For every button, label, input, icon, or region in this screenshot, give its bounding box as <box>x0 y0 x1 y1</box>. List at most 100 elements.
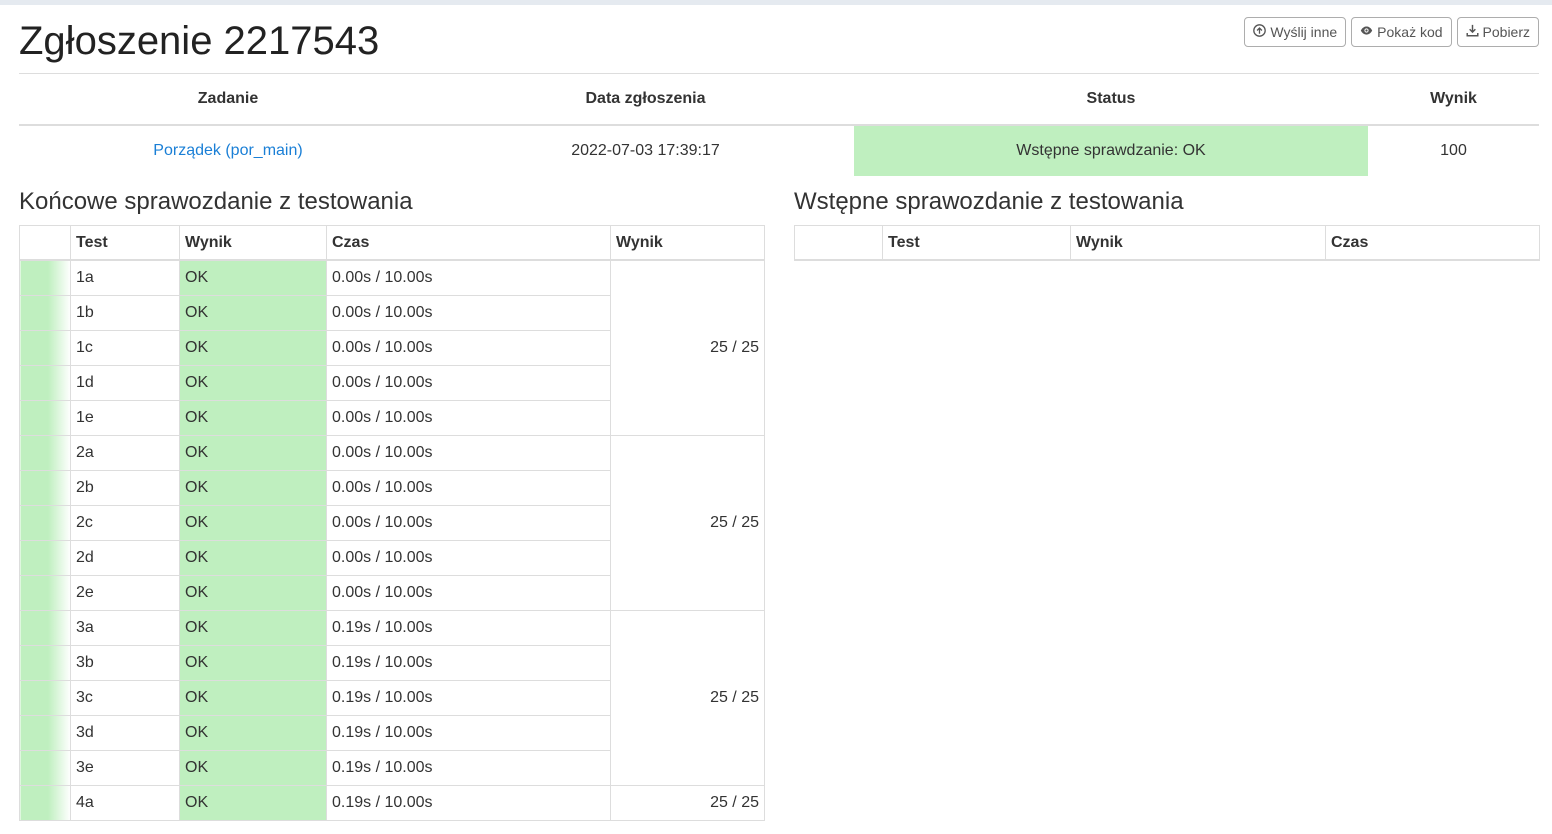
test-result: OK <box>179 750 327 786</box>
test-name: 2e <box>70 575 180 611</box>
upload-circle-icon <box>1253 24 1267 40</box>
initial-report-header-row: Test Wynik Czas <box>794 225 1540 261</box>
col-group-score: Wynik <box>610 225 765 261</box>
test-status-bar <box>19 330 71 366</box>
test-name: 1b <box>70 295 180 331</box>
test-name: 3b <box>70 645 180 681</box>
test-result: OK <box>179 365 327 401</box>
col-result: Wynik <box>179 225 327 261</box>
test-status-bar <box>19 259 71 296</box>
test-status-bar <box>19 785 71 821</box>
test-status-bar <box>19 575 71 611</box>
test-time: 0.00s / 10.00s <box>326 470 611 506</box>
submission-row: Porządek (por_main) 2022-07-03 17:39:17 … <box>19 125 1539 176</box>
test-time: 0.00s / 10.00s <box>326 295 611 331</box>
test-name: 2d <box>70 540 180 576</box>
test-time: 0.19s / 10.00s <box>326 750 611 786</box>
test-time: 0.00s / 10.00s <box>326 330 611 366</box>
header-task: Zadanie <box>19 74 437 126</box>
download-button[interactable]: Pobierz <box>1456 17 1539 47</box>
resubmit-button[interactable]: Wyślij inne <box>1244 17 1347 47</box>
test-time: 0.00s / 10.00s <box>326 540 611 576</box>
test-name: 1d <box>70 365 180 401</box>
test-name: 3a <box>70 610 180 646</box>
test-time: 0.00s / 10.00s <box>326 400 611 436</box>
group-score: 25 / 25 <box>610 785 765 821</box>
submission-table: Zadanie Data zgłoszenia Status Wynik Por… <box>19 74 1539 176</box>
test-status-bar <box>19 365 71 401</box>
initial-report-table: Test Wynik Czas <box>794 225 1540 261</box>
test-result: OK <box>179 470 327 506</box>
final-report-header-row: Test Wynik Czas Wynik <box>19 225 765 261</box>
test-status-bar <box>19 295 71 331</box>
col-test: Test <box>882 225 1071 261</box>
final-report-table: Test Wynik Czas Wynik 1a OK 0.00s / 10.00s… <box>19 225 765 821</box>
test-result: OK <box>179 610 327 646</box>
test-name: 3c <box>70 680 180 716</box>
test-result: OK <box>179 680 327 716</box>
test-time: 0.00s / 10.00s <box>326 575 611 611</box>
test-result: OK <box>179 575 327 611</box>
test-result: OK <box>179 645 327 681</box>
col-time: Czas <box>326 225 611 261</box>
resubmit-button-label: Wyślij inne <box>1270 24 1338 40</box>
test-time: 0.00s / 10.00s <box>326 259 611 296</box>
test-result: OK <box>179 785 327 821</box>
test-row: 4a OK 0.19s / 10.00s 25 / 25 <box>19 785 765 821</box>
download-icon <box>1466 24 1479 40</box>
action-buttons: Wyślij inne Pokaż kod Pobierz <box>1244 17 1539 47</box>
header-date: Data zgłoszenia <box>437 74 854 126</box>
download-button-label: Pobierz <box>1482 24 1530 40</box>
test-row: 1a OK 0.00s / 10.00s 25 / 25 <box>19 259 765 436</box>
col-status-bar <box>19 225 71 261</box>
final-report-title: Końcowe sprawozdanie z testowania <box>19 188 413 215</box>
initial-report-title: Wstępne sprawozdanie z testowania <box>794 188 1184 215</box>
test-name: 2b <box>70 470 180 506</box>
task-link[interactable]: Porządek (por_main) <box>153 142 302 159</box>
top-bar <box>0 0 1552 5</box>
test-row: 2a OK 0.00s / 10.00s 25 / 25 <box>19 435 765 611</box>
test-result: OK <box>179 715 327 751</box>
test-result: OK <box>179 330 327 366</box>
group-score: 25 / 25 <box>610 259 765 436</box>
test-name: 2c <box>70 505 180 541</box>
test-time: 0.19s / 10.00s <box>326 610 611 646</box>
test-status-bar <box>19 505 71 541</box>
col-result: Wynik <box>1070 225 1326 261</box>
col-status-bar <box>794 225 883 261</box>
test-time: 0.19s / 10.00s <box>326 785 611 821</box>
test-row: 3a OK 0.19s / 10.00s 25 / 25 <box>19 610 765 786</box>
test-name: 1c <box>70 330 180 366</box>
test-time: 0.00s / 10.00s <box>326 505 611 541</box>
test-status-bar <box>19 540 71 576</box>
task-cell: Porządek (por_main) <box>19 125 437 176</box>
test-time: 0.19s / 10.00s <box>326 715 611 751</box>
test-name: 2a <box>70 435 180 471</box>
test-result: OK <box>179 400 327 436</box>
eye-icon <box>1360 24 1373 40</box>
test-name: 4a <box>70 785 180 821</box>
test-name: 1e <box>70 400 180 436</box>
test-status-bar <box>19 610 71 646</box>
test-status-bar <box>19 750 71 786</box>
test-status-bar <box>19 400 71 436</box>
test-result: OK <box>179 259 327 296</box>
header-score: Wynik <box>1368 74 1539 126</box>
group-score: 25 / 25 <box>610 435 765 611</box>
test-name: 3e <box>70 750 180 786</box>
test-time: 0.19s / 10.00s <box>326 645 611 681</box>
test-time: 0.00s / 10.00s <box>326 365 611 401</box>
score-cell: 100 <box>1440 142 1467 159</box>
test-name: 3d <box>70 715 180 751</box>
test-result: OK <box>179 505 327 541</box>
test-status-bar <box>19 470 71 506</box>
test-time: 0.19s / 10.00s <box>326 680 611 716</box>
test-status-bar <box>19 435 71 471</box>
show-code-button[interactable]: Pokaż kod <box>1351 17 1452 47</box>
status-cell: Wstępne sprawdzanie: OK <box>854 125 1368 176</box>
test-result: OK <box>179 295 327 331</box>
col-time: Czas <box>1325 225 1540 261</box>
col-test: Test <box>70 225 180 261</box>
submission-date: 2022-07-03 17:39:17 <box>571 142 720 159</box>
group-score: 25 / 25 <box>610 610 765 786</box>
